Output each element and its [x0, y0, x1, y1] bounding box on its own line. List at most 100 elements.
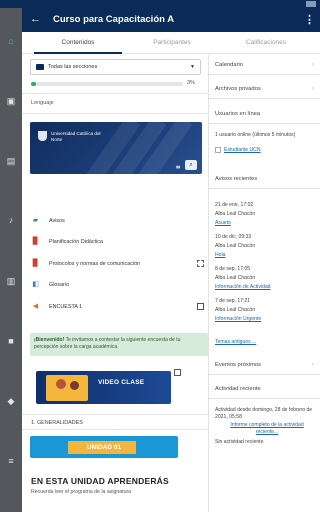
activity-label: ENCUESTA 1	[49, 304, 83, 310]
notice-strong: ¡Bienvenido!	[34, 337, 65, 343]
zoom-icon[interactable]: ⌕	[185, 160, 197, 170]
completion-checkbox[interactable]	[174, 369, 181, 376]
divider	[22, 113, 208, 114]
grades-icon[interactable]: ▥	[6, 276, 16, 286]
completion-checkbox[interactable]	[197, 260, 204, 267]
home-icon[interactable]: ⌂	[6, 36, 16, 46]
welcome-notice: ¡Bienvenido! Te invitamos a contestar la…	[30, 333, 208, 356]
course-tabs: Contenidos Participantes Calificaciones	[22, 32, 320, 54]
calendar-icon[interactable]: ▣	[6, 96, 16, 106]
aviso-date: 8 de sep, 17:05	[215, 266, 251, 272]
chevron-down-icon: ▼	[190, 64, 195, 70]
older-topics-link[interactable]: Temas antiguos ...	[215, 339, 256, 346]
activity-label: Avisos	[49, 218, 65, 224]
tab-calificaciones[interactable]: Calificaciones	[222, 32, 310, 54]
messages-icon[interactable]: ▤	[6, 156, 16, 166]
block-title: Calendario	[215, 62, 244, 68]
block-eventos[interactable]: Eventos próximos ›	[209, 355, 320, 375]
user-avatar	[215, 147, 221, 153]
aviso-date: 21 de ene, 17:02	[215, 202, 254, 208]
unit-subtext: Recuerda leer el programa de la asignatu…	[31, 489, 132, 495]
files-icon[interactable]: ■	[6, 336, 16, 346]
university-crest-icon	[38, 131, 47, 141]
tab-contenidos[interactable]: Contenidos	[34, 32, 122, 54]
video-title: VIDEO CLASE	[98, 379, 145, 386]
section-select-value: Todas las secciones	[48, 64, 98, 70]
activity-encuesta[interactable]: ◀ ENCUESTA 1	[31, 301, 204, 313]
online-users-summary: 1 usuario online (últimos 5 minutos)	[215, 132, 296, 138]
block-actividad[interactable]: Actividad reciente	[209, 379, 320, 399]
activity-protocolos[interactable]: ▉ Protocolos y normas de comunicación	[31, 258, 204, 270]
block-title: Actividad reciente	[215, 386, 261, 392]
block-title: Avisos recientes	[215, 176, 258, 182]
block-avisos[interactable]: Avisos recientes	[209, 169, 320, 189]
video-illustration-figure	[70, 381, 79, 390]
aviso-author: Alba Leal Chacón	[215, 307, 256, 313]
course-title: Curso para Capacitación A	[53, 14, 175, 25]
section-generalidades-header[interactable]: 1. GENERALIDADES	[22, 414, 208, 430]
forum-icon: ▰	[32, 217, 39, 224]
pdf-file-icon: ▉	[32, 260, 39, 267]
section-lenguaje-label: Lenguaje	[31, 100, 54, 106]
course-progress-text: 3%	[187, 80, 195, 86]
course-progress-fill	[31, 82, 36, 86]
video-illustration-figure	[56, 379, 66, 389]
online-user-link[interactable]: Estudiante UCN	[224, 147, 261, 154]
activity-avisos[interactable]: ▰ Avisos	[31, 215, 201, 227]
block-title: Eventos próximos	[215, 362, 262, 368]
video-illustration	[46, 375, 88, 401]
blocks-sidebar: Calendario › Archivos privados › Usuario…	[209, 55, 320, 512]
course-content: Todas las secciones ▼ 3% Lenguaje Univer…	[22, 55, 209, 512]
video-clase-banner[interactable]: VIDEO CLASE	[36, 371, 171, 404]
banner-logo-mark: ▮▮	[176, 165, 180, 169]
chevron-right-icon: ›	[312, 362, 314, 368]
block-archivos[interactable]: Archivos privados ›	[209, 79, 320, 99]
arrow-left-icon[interactable]: ←	[30, 13, 41, 25]
menu-icon[interactable]: ≡	[6, 456, 16, 466]
side-rail: ⌂ ▣ ▤ ♪ ▥ ■ ◆ ≡	[0, 8, 22, 512]
tag-icon[interactable]: ◆	[6, 396, 16, 406]
activity-glosario[interactable]: ◧ Glosario	[31, 279, 201, 291]
activity-label: Planificación Didáctica	[49, 239, 103, 245]
notifications-icon[interactable]: ♪	[6, 215, 16, 225]
block-title: Archivos privados	[215, 86, 261, 92]
banner-university-name: Universidad Católica del Norte	[51, 131, 101, 142]
no-recent-activity: Sin actividad reciente	[215, 439, 264, 445]
unidad-banner: UNIDAD 01	[30, 436, 178, 458]
block-title: Usuarios en línea	[215, 111, 261, 117]
survey-icon: ◀	[32, 303, 39, 310]
status-icons	[306, 1, 316, 7]
section-select[interactable]: Todas las secciones ▼	[30, 59, 201, 75]
app-bar: ← Curso para Capacitación A ⋮	[22, 8, 320, 32]
aviso-author: Alba Leal Chacón	[215, 275, 256, 281]
aviso-link[interactable]: Información de Actividad	[215, 284, 271, 291]
aviso-link[interactable]: Información Urgente	[215, 316, 261, 323]
unidad-banner-text: UNIDAD 01	[86, 444, 122, 451]
activity-report-link[interactable]: Informe completo de la actividad recient…	[223, 422, 311, 435]
unit-heading: EN ESTA UNIDAD APRENDERÁS	[31, 476, 169, 486]
activity-since-text: Actividad desde domingo, 28 de febrero d…	[215, 407, 313, 420]
chevron-right-icon: ›	[312, 62, 314, 68]
activity-planificacion[interactable]: ▉ Planificación Didáctica	[31, 236, 201, 248]
tab-participantes[interactable]: Participantes	[128, 32, 216, 54]
activity-label: Protocolos y normas de comunicación	[49, 261, 141, 267]
completion-checkbox[interactable]	[197, 303, 204, 310]
glossary-icon: ◧	[32, 281, 39, 288]
kebab-menu-icon[interactable]: ⋮	[304, 13, 315, 26]
aviso-link[interactable]: Hola	[215, 252, 225, 259]
chevron-right-icon: ›	[312, 86, 314, 92]
course-progress-bar	[31, 82, 183, 86]
aviso-link[interactable]: Asueto	[215, 220, 231, 227]
aviso-author: Alba Leal Chacón	[215, 243, 256, 249]
course-banner: Universidad Católica del Norte ▮▮ ⌕	[30, 122, 202, 174]
status-bar	[0, 0, 320, 8]
block-usuarios[interactable]: Usuarios en línea	[209, 104, 320, 124]
aviso-date: 7 de sep, 17:21	[215, 298, 251, 304]
aviso-date: 10 de dic, 09:33	[215, 234, 252, 240]
aviso-author: Alba Leal Chacón	[215, 211, 256, 217]
pdf-file-icon: ▉	[32, 238, 39, 245]
divider	[22, 93, 208, 94]
activity-label: Glosario	[49, 282, 70, 288]
folder-icon	[36, 64, 44, 70]
block-calendario[interactable]: Calendario ›	[209, 55, 320, 75]
